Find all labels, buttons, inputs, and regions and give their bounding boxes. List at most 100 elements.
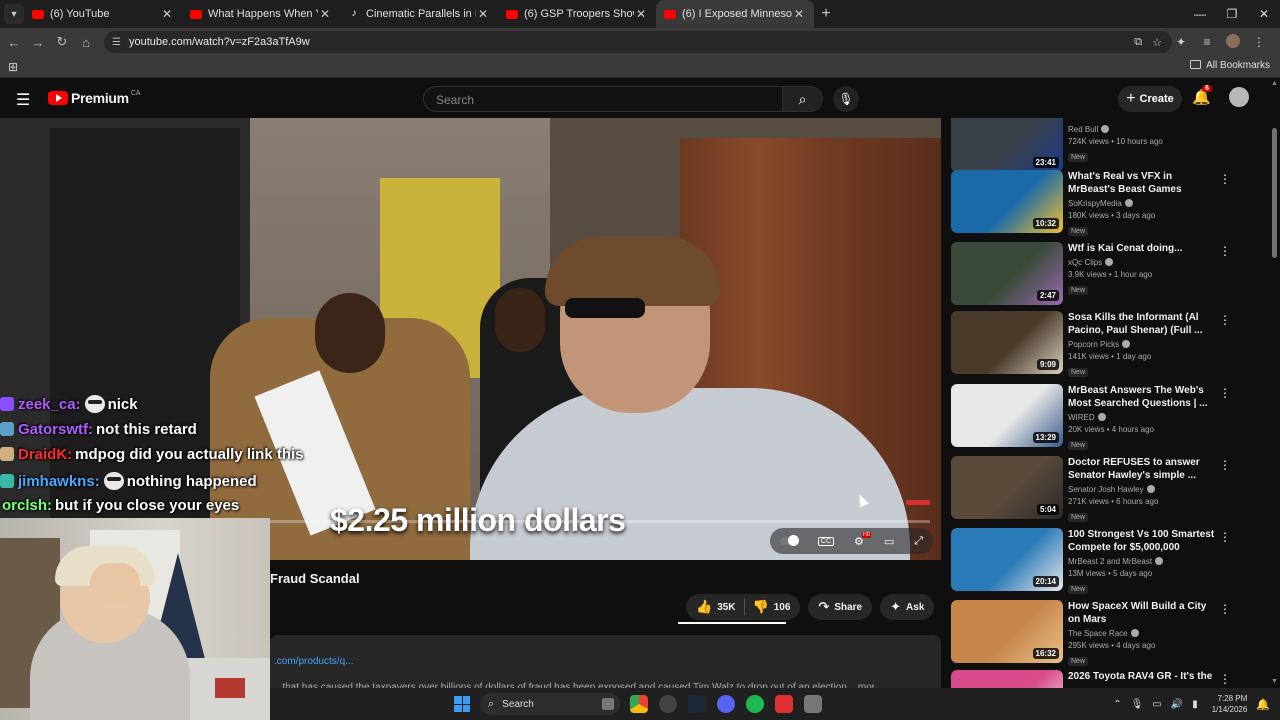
like-count[interactable]: 35K [717, 602, 735, 613]
youtube-logo[interactable]: Premium CA [48, 90, 141, 106]
volume-icon[interactable]: 🔊 [1171, 699, 1183, 710]
account-avatar[interactable] [1229, 87, 1249, 107]
recommended-video[interactable]: 20:14 100 Strongest Vs 100 Smartest Compe… [951, 528, 1261, 594]
steam-icon[interactable] [688, 695, 706, 713]
video-menu-icon[interactable]: ⋮ [1219, 458, 1231, 472]
video-thumbnail[interactable] [951, 670, 1063, 688]
channel-name[interactable]: Senator Josh Hawley [1068, 485, 1218, 494]
hamburger-menu-icon[interactable]: ☰ [16, 90, 30, 110]
new-tab-button[interactable]: + [814, 5, 838, 23]
close-window-icon[interactable]: ✕ [1248, 0, 1280, 28]
video-menu-icon[interactable]: ⋮ [1219, 602, 1231, 616]
browser-tab[interactable]: (6) GSP Troopers Show NO ME✕ [498, 0, 656, 28]
browser-tab[interactable]: (6) YouTube ✕ [24, 0, 182, 28]
description-link[interactable]: .com/products/q... [274, 656, 353, 667]
browser-tab[interactable]: (6) I Exposed Minnesotas Billion✕ [656, 0, 814, 28]
recommended-video[interactable]: 2026 Toyota RAV4 GR - It's the ⋮ [951, 670, 1261, 688]
menu-dots-icon[interactable]: ⋮ [1246, 35, 1272, 49]
reload-icon[interactable]: ↻ [50, 34, 74, 50]
autoplay-toggle[interactable] [779, 535, 799, 546]
video-menu-icon[interactable]: ⋮ [1219, 313, 1231, 327]
settings-icon[interactable] [804, 695, 822, 713]
spotify-icon[interactable] [746, 695, 764, 713]
tab-close-icon[interactable]: ✕ [792, 7, 806, 21]
chrome-icon[interactable] [630, 695, 648, 713]
browser-tab[interactable]: What Happens When You Ente✕ [182, 0, 340, 28]
video-thumbnail[interactable]: 10:32 [951, 170, 1063, 233]
clock[interactable]: 7:28 PM 1/14/2026 [1212, 693, 1248, 715]
media-app-icon[interactable] [775, 695, 793, 713]
video-title[interactable]: 2026 Toyota RAV4 GR - It's the [1068, 670, 1218, 683]
restore-icon[interactable]: ❐ [1216, 0, 1248, 28]
channel-name[interactable]: The Space Race [1068, 629, 1218, 638]
install-app-icon[interactable]: ⧉ [1134, 36, 1142, 49]
video-thumbnail[interactable]: 5:04 [951, 456, 1063, 519]
app-icon[interactable] [659, 695, 677, 713]
channel-name[interactable]: Red Bull [1068, 125, 1218, 134]
voice-search-button[interactable]: 🎙 [833, 86, 859, 112]
search-input[interactable]: Search [423, 86, 783, 112]
fullscreen-icon[interactable]: ⤢ [914, 535, 923, 548]
browser-tab[interactable]: ♪ Cinematic Parallels in Better Ca✕ [340, 0, 498, 28]
tab-close-icon[interactable]: ✕ [634, 7, 648, 21]
page-scrollbar[interactable] [1270, 118, 1280, 688]
tab-close-icon[interactable]: ✕ [318, 7, 332, 21]
channel-name[interactable]: Popcorn Picks [1068, 340, 1218, 349]
video-title[interactable]: MrBeast Answers The Web's Most Searched … [1068, 384, 1218, 410]
scroll-down-icon[interactable]: ▼ [1271, 678, 1278, 685]
thumbs-up-icon[interactable]: 👍 [696, 599, 712, 615]
video-thumbnail[interactable]: 9:09 [951, 311, 1063, 374]
profile-icon[interactable] [1220, 33, 1246, 51]
video-thumbnail[interactable]: 16:32 [951, 600, 1063, 663]
forward-icon[interactable]: → [26, 35, 50, 50]
back-icon[interactable]: ← [2, 35, 26, 50]
apps-grid-icon[interactable]: ⊞ [8, 60, 18, 74]
recommended-video[interactable]: 13:29 MrBeast Answers The Web's Most Sear… [951, 384, 1261, 450]
video-title[interactable]: What's Real vs VFX in MrBeast's Beast Ga… [1068, 170, 1218, 196]
recommended-video[interactable]: 2:47 Wtf is Kai Cenat doing... xQc Clips 3.… [951, 242, 1261, 306]
tab-search-button[interactable]: ▾ [4, 4, 24, 24]
display-icon[interactable]: ▭ [1152, 699, 1161, 710]
all-bookmarks-button[interactable]: All Bookmarks [1190, 60, 1270, 71]
video-thumbnail[interactable]: 2:47 [951, 242, 1063, 305]
search-button[interactable]: ⌕ [783, 86, 823, 112]
discord-icon[interactable] [717, 695, 735, 713]
tab-close-icon[interactable]: ✕ [476, 7, 490, 21]
captions-icon[interactable]: CC [817, 536, 835, 546]
create-button[interactable]: + Create [1118, 86, 1182, 112]
description-box[interactable] [270, 635, 941, 688]
video-thumbnail[interactable]: 23:41 [951, 118, 1063, 172]
omnibox[interactable]: ☰ youtube.com/watch?v=zF2a3aTfA9w ⧉ ☆ [104, 31, 1172, 53]
video-thumbnail[interactable]: 13:29 [951, 384, 1063, 447]
subscribe-watermark[interactable] [906, 500, 930, 505]
notification-center-icon[interactable]: 🔔 [1256, 698, 1270, 711]
video-title[interactable]: Doctor REFUSES to answer Senator Hawley'… [1068, 456, 1218, 482]
recommended-video[interactable]: 9:09 Sosa Kills the Informant (Al Pacino,… [951, 311, 1261, 377]
minimize-icon[interactable]: — [1184, 0, 1216, 28]
site-info-icon[interactable]: ☰ [112, 37, 121, 48]
channel-name[interactable]: SoKrispyMedia [1068, 199, 1218, 208]
recommended-video[interactable]: 10:32 What's Real vs VFX in MrBeast's Bea… [951, 170, 1261, 236]
home-icon[interactable]: ⌂ [74, 35, 98, 50]
video-thumbnail[interactable]: 20:14 [951, 528, 1063, 591]
dislike-count[interactable]: 106 [774, 602, 791, 613]
share-button[interactable]: ↷ Share [808, 594, 873, 620]
recommended-video[interactable]: 16:32 How SpaceX Will Build a City on Mar… [951, 600, 1261, 666]
video-progress-bar[interactable] [270, 520, 930, 523]
tab-close-icon[interactable]: ✕ [160, 7, 174, 21]
video-title[interactable]: Cars [1068, 118, 1218, 122]
reading-list-icon[interactable]: ≡ [1194, 35, 1220, 49]
notifications-button[interactable]: 🔔 6 [1192, 85, 1212, 106]
video-title[interactable]: Sosa Kills the Informant (Al Pacino, Pau… [1068, 311, 1218, 337]
channel-name[interactable]: xQc Clips [1068, 258, 1218, 267]
ask-button[interactable]: ✦ Ask [880, 594, 935, 620]
scrollbar-thumb[interactable] [1272, 128, 1277, 258]
channel-name[interactable]: WIRED [1068, 413, 1218, 422]
battery-icon[interactable]: ▮ [1192, 699, 1198, 710]
recommended-video[interactable]: 5:04 Doctor REFUSES to answer Senator Haw… [951, 456, 1261, 522]
thumbs-down-icon[interactable]: 👎 [753, 599, 769, 615]
video-menu-icon[interactable]: ⋮ [1219, 530, 1231, 544]
taskbar-search[interactable]: ⌕ Search [480, 693, 620, 715]
scroll-up-icon[interactable]: ▲ [1271, 80, 1278, 87]
video-menu-icon[interactable]: ⋮ [1219, 244, 1231, 258]
